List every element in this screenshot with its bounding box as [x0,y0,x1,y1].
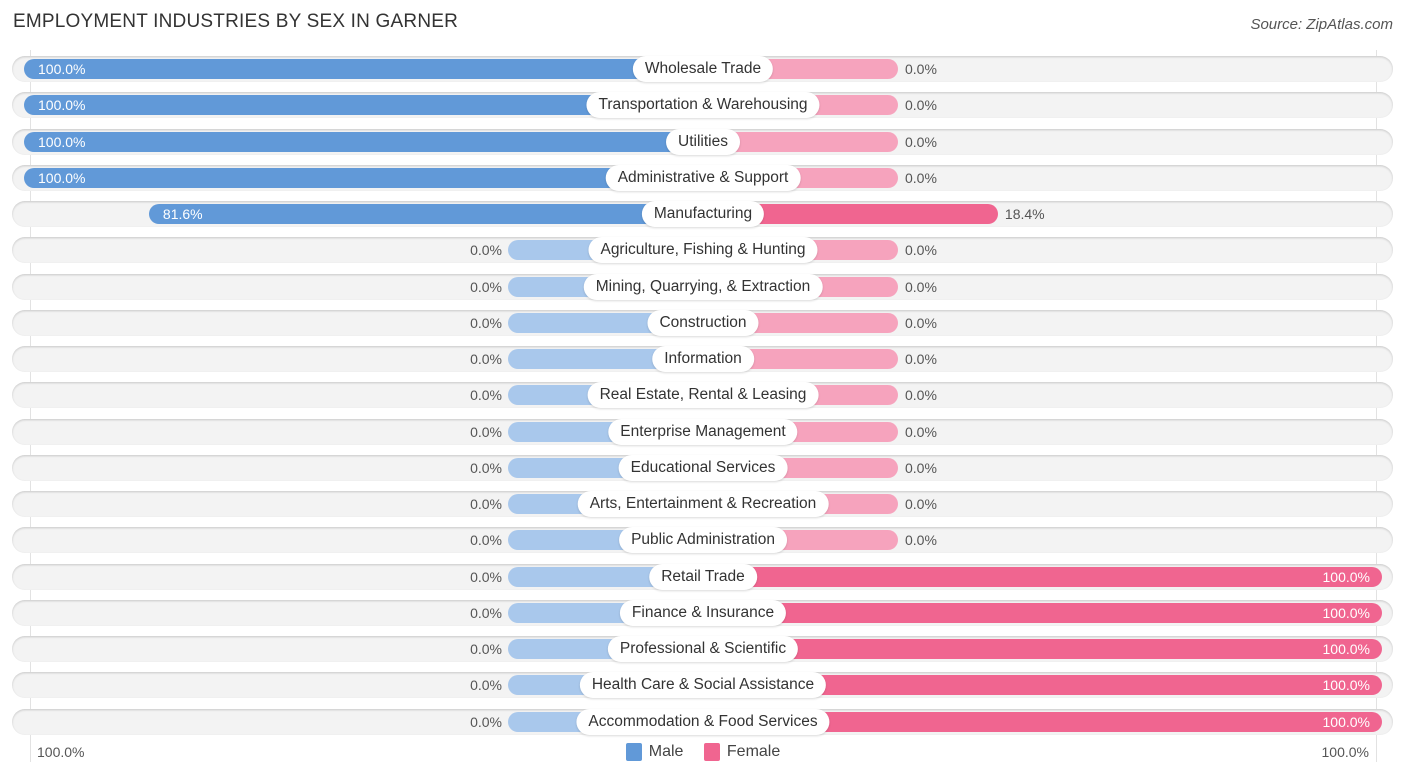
category-label: Enterprise Management [608,418,798,445]
category-label: Transportation & Warehousing [586,92,820,119]
table-row: 0.0% 100.0% Retail Trade [12,563,1393,590]
category-label: Finance & Insurance [619,599,787,626]
table-row: 0.0% 0.0% Agriculture, Fishing & Hunting [12,237,1393,264]
male-bar [24,131,703,152]
category-label: Educational Services [618,454,788,481]
female-value-label: 0.0% [905,459,937,476]
male-value-label: 0.0% [470,314,502,331]
female-value-label: 0.0% [905,423,937,440]
category-label: Retail Trade [649,563,757,590]
male-value-label: 0.0% [470,387,502,404]
category-label: Public Administration [619,527,787,554]
female-bar [703,602,1382,623]
female-value-label: 0.0% [905,169,937,186]
table-row: 0.0% 0.0% Educational Services [12,454,1393,481]
chart-title: EMPLOYMENT INDUSTRIES BY SEX IN GARNER [13,11,459,32]
male-value-label: 0.0% [470,532,502,549]
male-value-label: 100.0% [38,97,86,114]
category-label: Administrative & Support [605,164,801,191]
table-row: 0.0% 0.0% Real Estate, Rental & Leasing [12,382,1393,409]
female-swatch [703,743,720,761]
table-row: 0.0% 100.0% Professional & Scientific [12,636,1393,662]
legend-male-label: Male [648,743,684,760]
category-label: Agriculture, Fishing & Hunting [588,237,818,264]
male-bar [148,204,703,224]
male-bar [24,59,703,79]
male-swatch [625,743,642,761]
table-row: 100.0% 0.0% Transportation & Warehousing [12,92,1393,119]
female-value-label: 100.0% [1322,604,1370,621]
table-row: 0.0% 0.0% Enterprise Management [12,418,1393,445]
male-value-label: 100.0% [38,133,86,150]
table-row: 0.0% 0.0% Public Administration [12,527,1393,554]
female-value-label: 0.0% [905,351,937,367]
category-label: Arts, Entertainment & Recreation [577,491,829,517]
male-value-label: 0.0% [470,677,502,694]
table-row: 0.0% 0.0% Arts, Entertainment & Recreation [12,491,1393,517]
male-value-label: 81.6% [162,206,203,222]
category-label: Real Estate, Rental & Leasing [587,382,819,409]
female-bar [703,639,1382,659]
female-value-label: 0.0% [905,133,937,150]
table-row: 0.0% 0.0% Construction [12,309,1393,336]
female-value-label: 0.0% [905,61,937,77]
table-row: 0.0% 100.0% Health Care & Social Assistanc… [12,672,1393,699]
table-row: 0.0% 100.0% Accommodation & Food Services [12,708,1393,735]
table-row: 0.0% 100.0% Finance & Insurance [12,599,1393,626]
male-bar [24,167,703,188]
male-value-label: 0.0% [470,423,502,440]
female-value-label: 100.0% [1322,713,1370,730]
female-value-label: 18.4% [1004,206,1045,222]
legend: Male Female [0,743,1406,766]
male-value-label: 100.0% [38,61,86,77]
male-value-label: 0.0% [470,351,502,367]
table-row: 100.0% 0.0% Utilities [12,128,1393,155]
category-label: Professional & Scientific [607,636,799,662]
legend-item-male: Male [625,743,684,761]
table-row: 0.0% 0.0% Information [12,346,1393,372]
table-row: 100.0% 0.0% Administrative & Support [12,164,1393,191]
male-value-label: 0.0% [470,713,502,730]
female-value-label: 100.0% [1322,677,1370,694]
category-label: Construction [647,309,759,336]
male-value-label: 0.0% [470,459,502,476]
category-label: Information [652,346,754,372]
male-value-label: 100.0% [38,169,86,186]
category-label: Wholesale Trade [632,56,774,82]
male-value-label: 0.0% [470,568,502,585]
female-value-label: 0.0% [905,278,937,295]
female-value-label: 0.0% [905,496,937,512]
male-value-label: 0.0% [470,242,502,259]
category-label: Health Care & Social Assistance [579,672,827,699]
table-row: 81.6% 18.4% Manufacturing [12,201,1393,227]
legend-female-label: Female [726,743,781,760]
category-label: Mining, Quarrying, & Extraction [583,273,823,300]
female-value-label: 0.0% [905,532,937,549]
male-value-label: 0.0% [470,496,502,512]
male-value-label: 0.0% [470,278,502,295]
female-value-label: 0.0% [905,97,937,114]
female-value-label: 0.0% [905,314,937,331]
female-value-label: 0.0% [905,387,937,404]
male-value-label: 0.0% [470,641,502,657]
female-bar [703,566,1382,587]
source-label: Source: ZipAtlas.com [1250,16,1393,33]
table-row: 0.0% 0.0% Mining, Quarrying, & Extraction [12,273,1393,300]
category-label: Manufacturing [641,201,765,227]
male-value-label: 0.0% [470,604,502,621]
female-value-label: 100.0% [1322,568,1370,585]
category-label: Accommodation & Food Services [576,708,830,735]
legend-item-female: Female [703,743,781,761]
female-value-label: 100.0% [1322,641,1370,657]
female-value-label: 0.0% [905,242,937,259]
category-label: Utilities [666,128,740,155]
table-row: 100.0% 0.0% Wholesale Trade [12,56,1393,82]
